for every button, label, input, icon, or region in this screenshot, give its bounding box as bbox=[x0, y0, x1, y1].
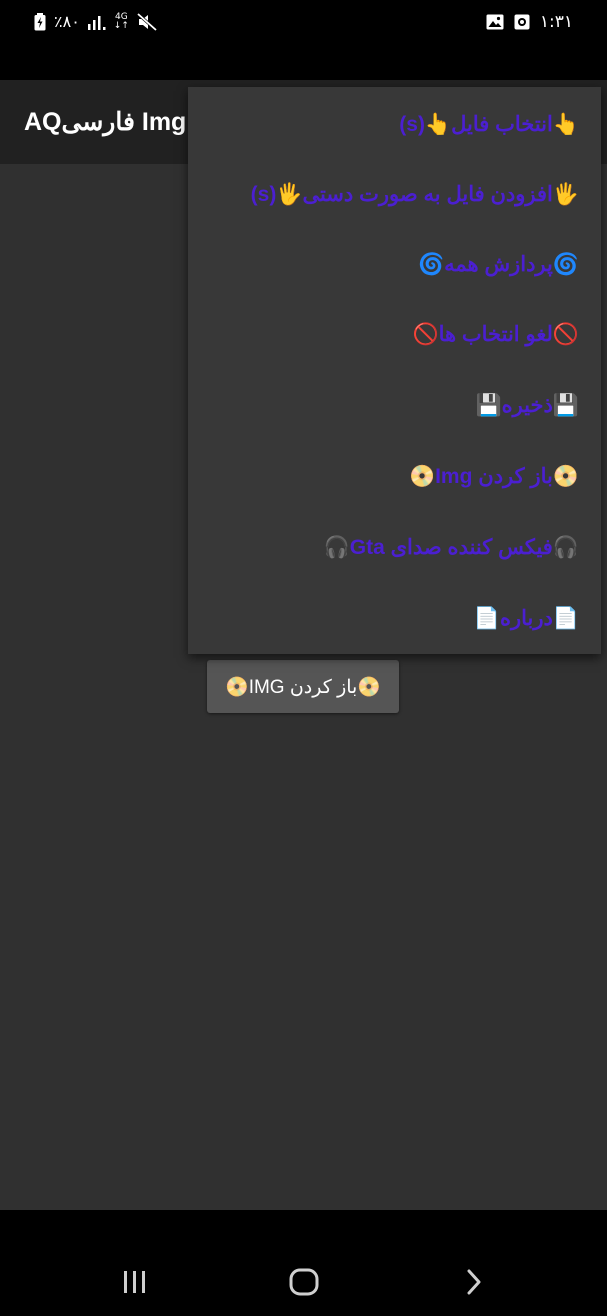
menu-item-open-img[interactable]: 📀باز کردن Img📀 bbox=[189, 441, 579, 512]
network-arrows: ↓↑ bbox=[113, 20, 129, 31]
record-icon bbox=[514, 14, 530, 30]
menu-item-label: 🌀پردازش همه🌀 bbox=[418, 253, 579, 276]
open-img-button[interactable]: 📀باز کردن IMG📀 bbox=[207, 660, 399, 713]
navigation-bar bbox=[0, 1210, 607, 1316]
menu-item-label: 📄درباره📄 bbox=[473, 607, 579, 630]
overflow-menu: 👆انتخاب فایل👆(s) 🖐افزودن فایل به صورت دس… bbox=[188, 87, 601, 654]
app-title: AQفارسی Img bbox=[24, 108, 187, 136]
battery-percent: ٪۸۰ bbox=[54, 12, 80, 31]
menu-item-gta-sound-fixer[interactable]: 🎧فیکس کننده صدای Gta🎧 bbox=[189, 512, 579, 583]
back-icon bbox=[464, 1269, 484, 1299]
menu-item-save[interactable]: 💾ذخیره💾 bbox=[189, 370, 579, 441]
battery-icon bbox=[34, 12, 46, 31]
menu-item-process-all[interactable]: 🌀پردازش همه🌀 bbox=[189, 229, 579, 300]
status-bar: ٪۸۰ 4G ↓↑ ۱:۳۱ bbox=[0, 0, 607, 80]
menu-item-select-file[interactable]: 👆انتخاب فایل👆(s) bbox=[189, 89, 579, 160]
status-left: ٪۸۰ 4G ↓↑ bbox=[34, 12, 157, 31]
home-button[interactable] bbox=[274, 1264, 334, 1304]
app-screen: ٪۸۰ 4G ↓↑ ۱:۳۱ AQفارسی Img 📀باز کردن IMG… bbox=[0, 0, 607, 1316]
home-icon bbox=[289, 1268, 319, 1300]
menu-item-label: 🖐افزودن فایل به صورت دستی🖐(s) bbox=[250, 183, 579, 206]
menu-item-label: 💾ذخیره💾 bbox=[475, 394, 579, 417]
clock: ۱:۳۱ bbox=[539, 12, 573, 32]
menu-item-add-file-manually[interactable]: 🖐افزودن فایل به صورت دستی🖐(s) bbox=[189, 159, 579, 230]
gallery-icon bbox=[486, 14, 504, 30]
signal-icon bbox=[87, 14, 106, 30]
status-right: ۱:۳۱ bbox=[486, 12, 573, 32]
network-4g-icon: 4G ↓↑ bbox=[113, 12, 129, 31]
menu-item-label: 🎧فیکس کننده صدای Gta🎧 bbox=[323, 536, 579, 559]
menu-item-label: 📀باز کردن Img📀 bbox=[408, 465, 579, 488]
menu-item-about[interactable]: 📄درباره📄 bbox=[189, 583, 579, 654]
menu-item-label: 🚫لغو انتخاب ها🚫 bbox=[412, 323, 579, 346]
menu-item-cancel-selection[interactable]: 🚫لغو انتخاب ها🚫 bbox=[189, 299, 579, 370]
recent-apps-button[interactable] bbox=[105, 1264, 165, 1304]
mute-icon bbox=[136, 12, 157, 31]
menu-item-label: 👆انتخاب فایل👆(s) bbox=[399, 113, 579, 136]
back-button[interactable] bbox=[444, 1264, 504, 1304]
recent-apps-icon bbox=[121, 1270, 149, 1298]
